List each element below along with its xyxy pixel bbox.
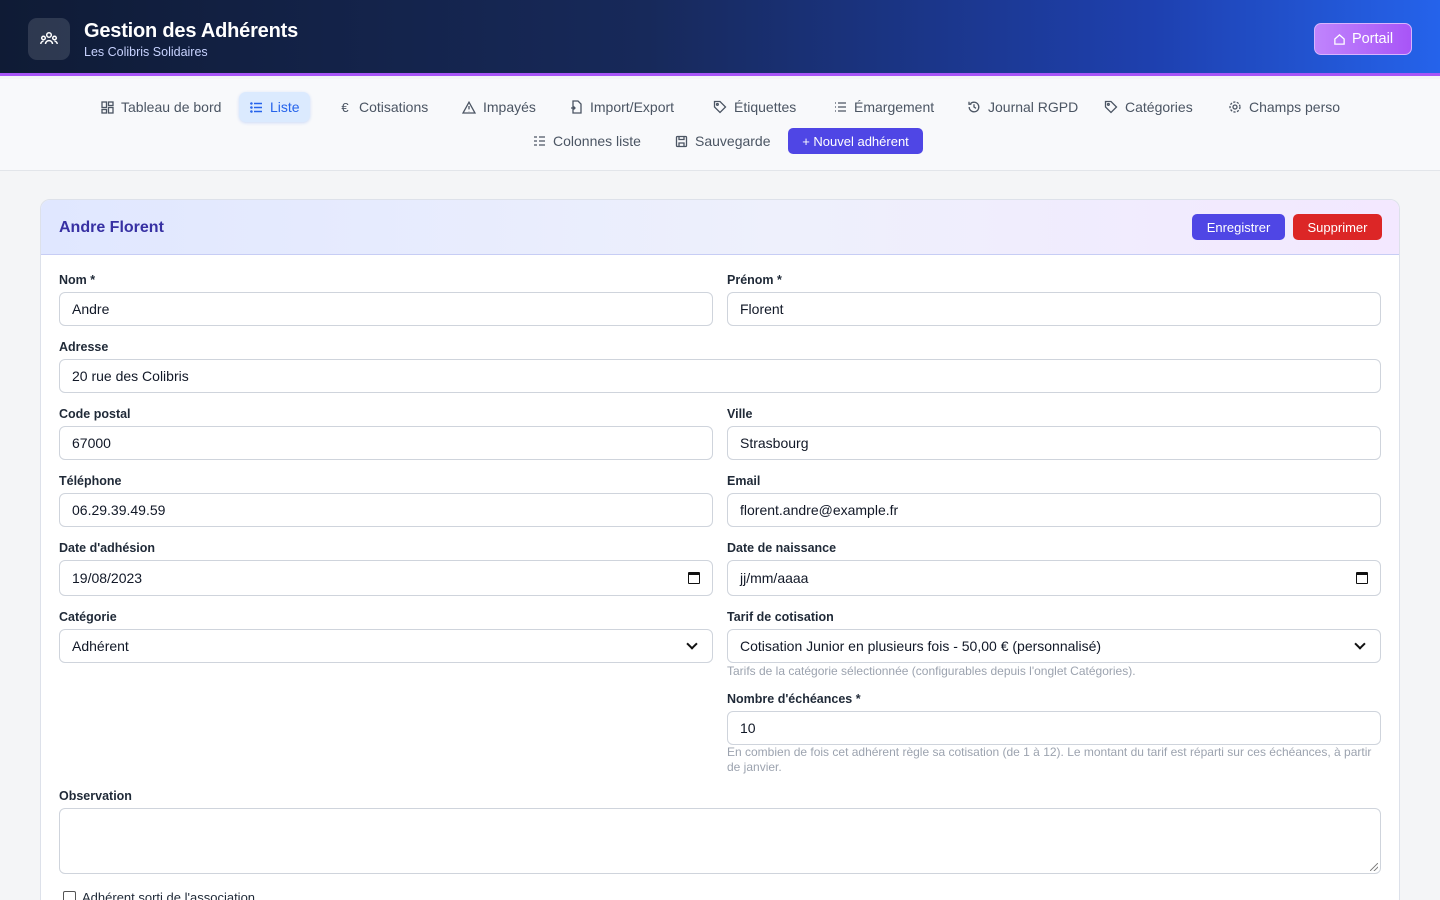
code-postal-label: Code postal bbox=[59, 407, 131, 421]
tag-icon bbox=[1104, 100, 1118, 114]
echeances-label: Nombre d'échéances * bbox=[727, 692, 861, 706]
tab-journal-rgpd[interactable]: Journal RGPD bbox=[957, 92, 1088, 122]
list-lines-icon bbox=[833, 100, 847, 114]
tab-label: Étiquettes bbox=[734, 99, 797, 115]
tab-etiquettes[interactable]: Étiquettes bbox=[703, 92, 806, 122]
code-postal-input[interactable]: 67000 bbox=[59, 426, 713, 460]
categorie-select[interactable]: Adhérent bbox=[59, 629, 713, 663]
email-value: florent.andre@example.fr bbox=[740, 502, 899, 518]
tab-colonnes-liste[interactable]: Colonnes liste bbox=[522, 126, 651, 156]
tab-liste[interactable]: Liste bbox=[239, 92, 310, 122]
adresse-label: Adresse bbox=[59, 340, 109, 354]
sorti-label: Adhérent sorti de l'association bbox=[82, 890, 256, 900]
date-adhesion-input[interactable]: 19/08/2023 bbox=[59, 560, 713, 596]
prenom-input[interactable]: Florent bbox=[727, 292, 1381, 326]
portal-label: Portail bbox=[1351, 31, 1394, 47]
history-icon bbox=[967, 100, 981, 114]
date-naissance-label: Date de naissance bbox=[727, 541, 837, 555]
code-postal-value: 67000 bbox=[72, 435, 111, 451]
main-nav: Tableau de bord Liste € Cotisations Impa… bbox=[0, 79, 1440, 171]
tab-import-export[interactable]: Import/Export bbox=[559, 92, 684, 122]
email-label: Email bbox=[727, 474, 761, 488]
telephone-value: 06.29.39.49.59 bbox=[72, 502, 166, 518]
nom-input[interactable]: Andre bbox=[59, 292, 713, 326]
calendar-icon[interactable] bbox=[1356, 572, 1368, 584]
tarif-value: Cotisation Junior en plusieurs fois - 50… bbox=[740, 638, 1102, 654]
tab-sauvegarde[interactable]: Sauvegarde bbox=[664, 126, 781, 156]
tab-label: Colonnes liste bbox=[553, 133, 641, 149]
tarif-help-text: Tarifs de la catégorie sélectionnée (con… bbox=[727, 664, 1136, 678]
calendar-icon[interactable] bbox=[688, 572, 700, 584]
gear-icon bbox=[1228, 100, 1242, 114]
app-header: Gestion des Adhérents Les Colibris Solid… bbox=[0, 0, 1440, 76]
tarif-select[interactable]: Cotisation Junior en plusieurs fois - 50… bbox=[727, 629, 1381, 663]
member-name-title: Andre Florent bbox=[59, 219, 164, 236]
tag-icon bbox=[713, 100, 727, 114]
save-button[interactable]: Enregistrer bbox=[1192, 214, 1285, 240]
categorie-value: Adhérent bbox=[72, 638, 129, 654]
tab-label: Liste bbox=[270, 99, 300, 115]
observation-textarea[interactable] bbox=[59, 808, 1381, 874]
ville-value: Strasbourg bbox=[740, 435, 809, 451]
new-member-button[interactable]: + Nouvel adhérent bbox=[788, 128, 923, 154]
tab-impayes[interactable]: Impayés bbox=[452, 92, 546, 122]
tab-label: Import/Export bbox=[590, 99, 675, 115]
euro-icon: € bbox=[341, 99, 349, 115]
tab-label: Cotisations bbox=[359, 99, 429, 115]
tab-tableau-de-bord[interactable]: Tableau de bord bbox=[90, 92, 231, 122]
app-title: Gestion des Adhérents bbox=[84, 20, 298, 42]
echeances-help-text: En combien de fois cet adhérent règle sa… bbox=[727, 745, 1372, 774]
date-adhesion-value: 19/08/2023 bbox=[72, 570, 143, 586]
save-icon bbox=[674, 134, 688, 148]
date-adhesion-label: Date d'adhésion bbox=[59, 541, 156, 555]
date-naissance-value: jj/mm/aaaa bbox=[740, 570, 809, 586]
member-edit-card: Andre Florent Enregistrer Supprimer Nom … bbox=[40, 199, 1400, 900]
users-logo-icon bbox=[28, 18, 70, 60]
sorti-checkbox-row[interactable]: Adhérent sorti de l'association bbox=[63, 890, 255, 900]
prenom-label: Prénom * bbox=[727, 273, 782, 287]
delete-button[interactable]: Supprimer bbox=[1293, 214, 1382, 240]
dashboard-icon bbox=[100, 100, 114, 114]
tab-label: Catégories bbox=[1125, 99, 1193, 115]
card-header: Andre Florent Enregistrer Supprimer bbox=[41, 200, 1399, 255]
resize-handle[interactable] bbox=[1370, 863, 1378, 871]
tab-label: Tableau de bord bbox=[121, 99, 222, 115]
adresse-input[interactable]: 20 rue des Colibris bbox=[59, 359, 1381, 393]
portal-button[interactable]: Portail bbox=[1314, 23, 1412, 55]
app-subtitle: Les Colibris Solidaires bbox=[84, 45, 208, 59]
chevron-down-icon bbox=[686, 638, 698, 650]
columns-icon bbox=[532, 134, 546, 148]
nom-value: Andre bbox=[72, 301, 110, 317]
observation-label: Observation bbox=[59, 789, 132, 803]
echeances-value: 10 bbox=[740, 720, 756, 736]
tarif-label: Tarif de cotisation bbox=[727, 610, 834, 624]
tab-label: Champs perso bbox=[1249, 99, 1341, 115]
date-naissance-input[interactable]: jj/mm/aaaa bbox=[727, 560, 1381, 596]
home-icon bbox=[1334, 33, 1345, 45]
tab-categories[interactable]: Catégories bbox=[1094, 92, 1203, 122]
telephone-label: Téléphone bbox=[59, 474, 122, 488]
warning-icon bbox=[462, 100, 476, 114]
tab-cotisations[interactable]: € Cotisations bbox=[328, 92, 438, 122]
ville-label: Ville bbox=[727, 407, 753, 421]
tab-label: Émargement bbox=[854, 99, 935, 115]
email-input[interactable]: florent.andre@example.fr bbox=[727, 493, 1381, 527]
echeances-input[interactable]: 10 bbox=[727, 711, 1381, 745]
list-icon bbox=[249, 100, 263, 114]
prenom-value: Florent bbox=[740, 301, 784, 317]
tab-emargement[interactable]: Émargement bbox=[823, 92, 944, 122]
categorie-label: Catégorie bbox=[59, 610, 117, 624]
tab-label: Impayés bbox=[483, 99, 536, 115]
tab-label: Sauvegarde bbox=[695, 133, 771, 149]
tab-champs-perso[interactable]: Champs perso bbox=[1218, 92, 1350, 122]
chevron-down-icon bbox=[1354, 638, 1366, 650]
telephone-input[interactable]: 06.29.39.49.59 bbox=[59, 493, 713, 527]
adresse-value: 20 rue des Colibris bbox=[72, 368, 189, 384]
nom-label: Nom * bbox=[59, 273, 96, 287]
tab-label: Journal RGPD bbox=[988, 99, 1079, 115]
file-transfer-icon bbox=[569, 100, 583, 114]
ville-input[interactable]: Strasbourg bbox=[727, 426, 1381, 460]
sorti-checkbox[interactable] bbox=[63, 891, 76, 900]
